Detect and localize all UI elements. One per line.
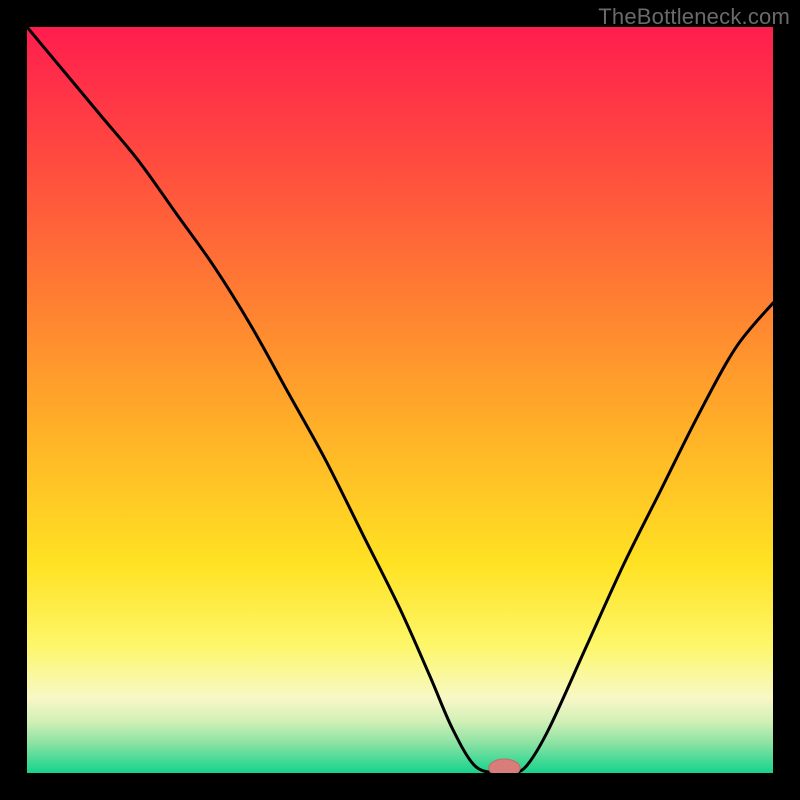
plot-svg bbox=[27, 27, 773, 773]
chart-frame: TheBottleneck.com bbox=[0, 0, 800, 800]
optimal-point-marker bbox=[489, 759, 520, 773]
gradient-background bbox=[27, 27, 773, 773]
watermark-text: TheBottleneck.com bbox=[598, 4, 790, 30]
plot-area bbox=[27, 27, 773, 773]
